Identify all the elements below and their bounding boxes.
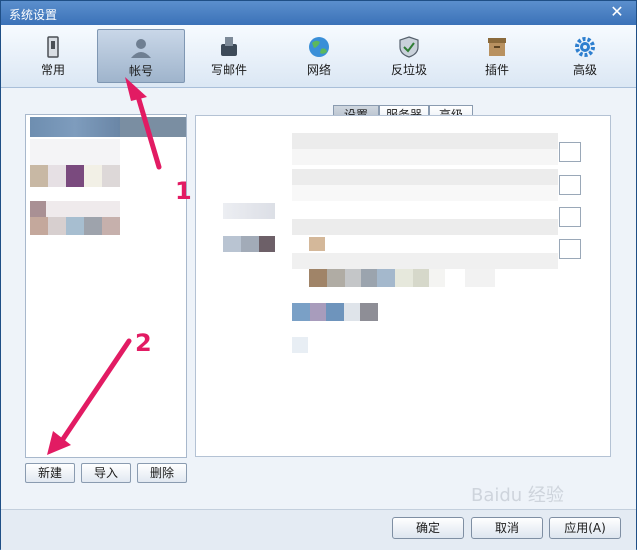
apply-button[interactable]: 应用(A) <box>549 517 621 539</box>
annotation-arrows <box>47 77 162 455</box>
annotation-arrow-1 <box>134 90 162 170</box>
cancel-button[interactable]: 取消 <box>471 517 543 539</box>
ok-button[interactable]: 确定 <box>392 517 464 539</box>
annotation-arrow-2 <box>56 338 132 448</box>
watermark: Baidu 经验 <box>471 485 564 506</box>
annotation-arrowhead-1 <box>125 77 147 101</box>
annotation-number-2: 2 <box>135 329 152 357</box>
annotation-number-1: 1 <box>175 177 192 205</box>
settings-window: 系统设置 ✕ 常用 帐号 写邮件 网络 反垃圾 插件 高级 新建 导入 删除 1… <box>0 0 637 550</box>
